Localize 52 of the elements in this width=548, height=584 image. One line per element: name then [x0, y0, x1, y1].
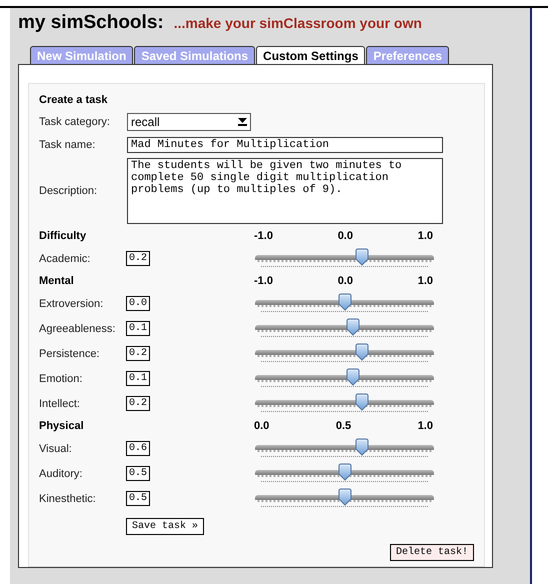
slider-thumb[interactable] — [346, 318, 360, 336]
slider-thumb[interactable] — [355, 343, 370, 361]
trait-label: Kinesthetic: — [39, 492, 97, 504]
trait-label: Academic: — [39, 252, 92, 264]
scale-label: -1.0 — [254, 275, 273, 287]
slider-thumb[interactable] — [346, 368, 360, 386]
trait-label: Persistence: — [39, 348, 101, 360]
page-title: my simSchools: — [18, 12, 164, 34]
scale-label: 0.0 — [338, 275, 353, 287]
task-name-field[interactable]: Mad Minutes for Multiplication — [127, 136, 443, 152]
save-task-button[interactable]: Save task » — [126, 518, 204, 535]
field-label: Description: — [39, 185, 98, 197]
field-label: Task name: — [39, 138, 96, 150]
section-heading: Create a task — [39, 93, 108, 108]
field-label: Task category: — [39, 116, 111, 128]
group-heading: Difficulty — [39, 230, 88, 242]
trait-label: Auditory: — [39, 468, 84, 480]
group-heading: Physical — [39, 420, 85, 432]
scale-label: 0.5 — [336, 420, 352, 432]
slider-thumb[interactable] — [355, 438, 370, 456]
scale-label: -1.0 — [254, 230, 273, 242]
group-heading: Mental — [39, 275, 75, 287]
slider-thumb[interactable] — [338, 488, 352, 506]
slider-thumb[interactable] — [355, 248, 370, 266]
value-field[interactable]: 0.2 — [126, 251, 150, 266]
value-field[interactable]: 0.0 — [126, 296, 150, 311]
delete-task-button[interactable]: Delete task! — [390, 544, 474, 561]
slider-thumb[interactable] — [338, 293, 352, 311]
slider-thumb[interactable] — [355, 393, 370, 411]
value-field[interactable]: 0.1 — [126, 321, 150, 336]
slider-thumb[interactable] — [338, 463, 352, 481]
value-field[interactable]: 0.5 — [126, 491, 150, 506]
trait-label: Emotion: — [39, 372, 84, 384]
scale-label: 1.0 — [418, 275, 433, 287]
tab[interactable]: Custom Settings — [256, 46, 366, 64]
description-field[interactable]: The students will be given two minutes to complete 50 single digit multiplication problems (up to multiples of 9). — [127, 158, 443, 224]
value-field[interactable]: 0.2 — [126, 396, 150, 411]
value-field[interactable]: 0.6 — [126, 441, 150, 456]
tagline: ...make your simClassroom your own — [174, 15, 422, 31]
trait-label: Extroversion: — [39, 298, 104, 310]
scale-label: 0.0 — [254, 420, 270, 432]
scale-label: 0.0 — [338, 230, 353, 242]
trait-label: Agreeableness: — [39, 322, 116, 334]
dropdown-arrow-icon — [238, 118, 247, 126]
value-field[interactable]: 0.1 — [126, 371, 150, 386]
trait-label: Visual: — [39, 442, 73, 454]
trait-label: Intellect: — [39, 398, 81, 410]
value-field[interactable]: 0.5 — [126, 466, 150, 481]
category-dropdown[interactable]: recall — [127, 112, 251, 130]
scale-label: 1.0 — [418, 420, 433, 432]
scale-label: 1.0 — [418, 230, 433, 242]
value-field[interactable]: 0.2 — [126, 346, 150, 361]
